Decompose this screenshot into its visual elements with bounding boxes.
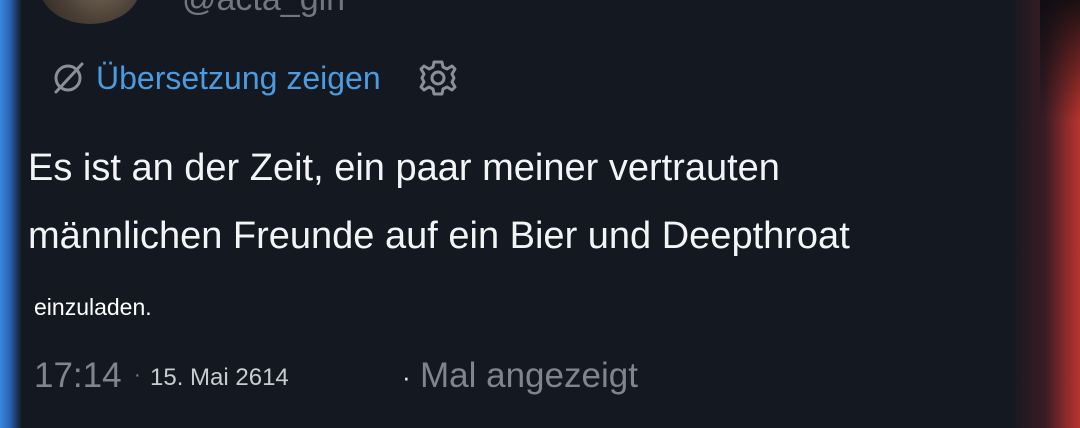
right-edge-shade xyxy=(1040,0,1080,120)
view-count[interactable]: Mal angezeigt xyxy=(420,356,638,396)
tweet-time[interactable]: 17:14 xyxy=(34,356,122,396)
tweet-text-line-3: einzuladen. xyxy=(34,294,152,320)
meta-separator-2: · xyxy=(402,362,411,392)
tweet-date[interactable]: 15. Mai 2614 xyxy=(150,364,289,392)
show-translation-link[interactable]: Übersetzung zeigen xyxy=(96,60,381,97)
tweet-text-line-1: Es ist an der Zeit, ein paar meiner vert… xyxy=(28,147,780,189)
gear-icon[interactable] xyxy=(417,57,459,99)
avatar[interactable] xyxy=(40,0,140,24)
tweet-text-line-2: männlichen Freunde auf ein Bier und Deep… xyxy=(28,215,850,257)
translate-row: Übersetzung zeigen xyxy=(50,56,459,100)
left-edge-glow xyxy=(0,0,22,428)
user-handle[interactable]: @acta_gin xyxy=(182,0,345,19)
no-translate-icon xyxy=(50,60,86,96)
tweet-screen: @acta_gin Übersetzung zeigen Es ist an d… xyxy=(0,0,1080,428)
meta-separator-1: · xyxy=(134,364,141,386)
